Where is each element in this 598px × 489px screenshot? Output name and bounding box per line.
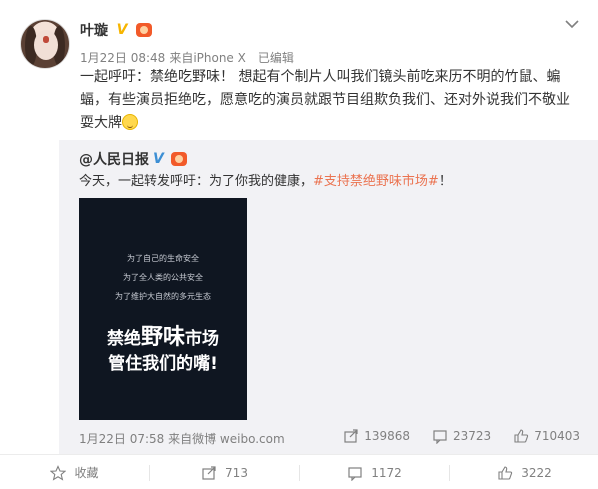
repost-comment-count: 23723: [453, 429, 492, 443]
image-headline-2: 管住我们的嘴!: [108, 354, 218, 374]
image-headline-1-highlight: 野味: [140, 325, 185, 350]
collect-button[interactable]: 收藏: [0, 455, 149, 489]
like-icon: [498, 465, 513, 480]
image-line-2: 为了全人类的公共安全: [123, 273, 203, 282]
post-source: 来自iPhone X: [169, 51, 246, 65]
repost-repost-action[interactable]: 139868: [343, 428, 410, 444]
post-time[interactable]: 1月22日 08:48: [80, 49, 165, 66]
image-line-1: 为了自己的生命安全: [127, 254, 199, 263]
repost-comment-action[interactable]: 23723: [432, 428, 491, 444]
action-bar: 收藏 713 1172 3222: [0, 454, 598, 489]
avatar-face: [34, 30, 58, 60]
repost-text-prefix: 今天，一起转发呼吁：为了你我的健康，: [79, 174, 314, 189]
repost-like-action[interactable]: 710403: [513, 428, 580, 444]
repost-text: 今天，一起转发呼吁：为了你我的健康，#支持禁绝野味市场#！: [79, 170, 452, 189]
image-line-3: 为了维护大自然的多元生态: [115, 292, 211, 301]
repost-actions: 139868 23723 710403: [343, 428, 580, 444]
post-body: 一起呼吁：禁绝吃野味！ 想起有个制片人叫我们镜头前吃来历不明的竹鼠、蝙蝠，有些演…: [80, 66, 582, 135]
avatar[interactable]: [20, 19, 70, 69]
repost-button[interactable]: 713: [150, 455, 299, 489]
collect-label: 收藏: [74, 466, 99, 480]
comment-icon: [348, 466, 362, 481]
image-headline-1-pre: 禁绝: [106, 329, 141, 349]
repost-count: 713: [225, 465, 248, 480]
author-name[interactable]: 叶璇: [80, 20, 108, 40]
post-edited[interactable]: 已编辑: [258, 49, 294, 66]
repost-icon: [344, 429, 358, 443]
repost-image[interactable]: 为了自己的生命安全 为了全人类的公共安全 为了维护大自然的多元生态 禁绝野味市场…: [79, 198, 247, 420]
member-icon[interactable]: [136, 23, 152, 37]
verified-icon[interactable]: V: [114, 22, 130, 38]
comment-icon: [433, 430, 447, 444]
chevron-down-icon[interactable]: [564, 18, 580, 30]
hashtag-link[interactable]: #支持禁绝野味市场#: [313, 174, 439, 189]
repost-author-name[interactable]: @人民日报: [79, 149, 149, 169]
repost-like-count: 710403: [534, 429, 580, 443]
repost-meta[interactable]: 1月22日 07:58 来自微博 weibo.com: [79, 430, 285, 447]
post-meta: 1月22日 08:48 来自iPhone X 已编辑: [80, 49, 294, 66]
avatar-forehead-mark: [43, 36, 49, 43]
like-count: 3222: [521, 465, 552, 480]
repost-text-suffix: ！: [438, 174, 452, 189]
emoji-icon: [122, 114, 138, 130]
member-icon[interactable]: [171, 152, 187, 166]
comment-button[interactable]: 1172: [300, 455, 449, 489]
repost-icon: [202, 465, 216, 480]
like-button[interactable]: 3222: [450, 455, 598, 489]
repost-repost-count: 139868: [364, 429, 410, 443]
image-headline-1-post: 市场: [185, 329, 219, 349]
comment-count: 1172: [371, 465, 402, 480]
post-body-text: 一起呼吁：禁绝吃野味！ 想起有个制片人叫我们镜头前吃来历不明的竹鼠、蝙蝠，有些演…: [80, 69, 570, 131]
repost-author: @人民日报 V: [79, 149, 187, 169]
verified-icon[interactable]: V: [153, 152, 167, 166]
image-headline-1: 禁绝野味市场: [79, 326, 247, 351]
like-icon: [514, 429, 529, 443]
star-icon: [50, 464, 67, 481]
repost-card: @人民日报 V 今天，一起转发呼吁：为了你我的健康，#支持禁绝野味市场#！ 为了…: [59, 140, 598, 454]
post-author: 叶璇 V: [80, 20, 152, 40]
